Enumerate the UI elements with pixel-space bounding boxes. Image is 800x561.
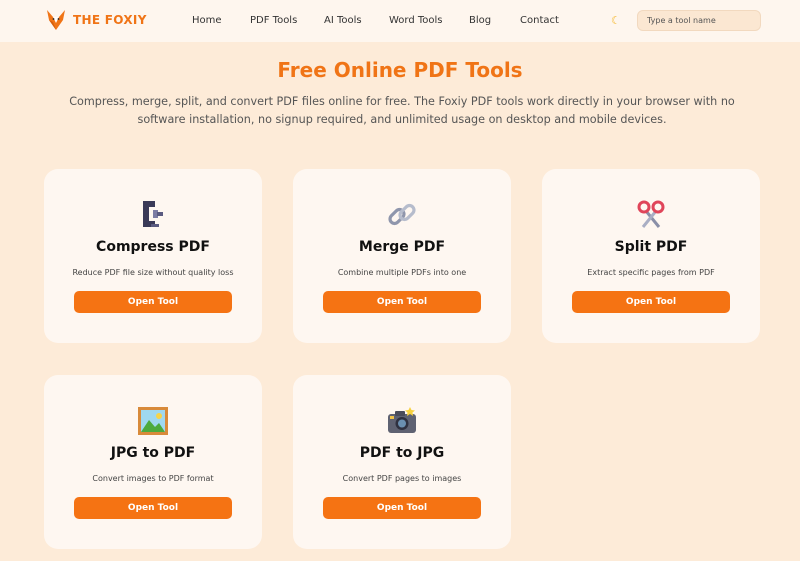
nav-home[interactable]: Home	[192, 14, 222, 28]
page-subtitle: Compress, merge, split, and convert PDF …	[69, 95, 735, 126]
open-tool-button[interactable]: Open Tool	[323, 291, 481, 313]
tool-card-split-pdf: Split PDF Extract specific pages from PD…	[542, 169, 760, 343]
nav-blog[interactable]: Blog	[469, 14, 491, 28]
tool-search-input[interactable]	[637, 10, 761, 31]
open-tool-button[interactable]: Open Tool	[74, 291, 232, 313]
site-header: THE FOXIY Home PDF Tools AI Tools Word T…	[0, 0, 800, 42]
tool-name: PDF to JPG	[359, 445, 445, 461]
tool-name: Compress PDF	[96, 239, 210, 255]
tool-card-jpg-to-pdf: JPG to PDF Convert images to PDF format …	[44, 375, 262, 549]
tool-card-pdf-to-jpg: PDF to JPG Convert PDF pages to images O…	[293, 375, 511, 549]
tool-name: Split PDF	[614, 239, 688, 255]
moon-icon[interactable]: ☾	[611, 14, 625, 28]
tool-description: Convert PDF pages to images	[342, 474, 462, 483]
open-tool-button[interactable]: Open Tool	[74, 497, 232, 519]
picture-icon	[138, 407, 168, 435]
tool-description: Reduce PDF file size without quality los…	[72, 268, 234, 277]
tool-description: Convert images to PDF format	[92, 474, 214, 483]
nav-word-tools[interactable]: Word Tools	[389, 14, 443, 28]
tool-name: JPG to PDF	[110, 445, 196, 461]
tool-description: Combine multiple PDFs into one	[337, 268, 467, 277]
nav-ai-tools[interactable]: AI Tools	[324, 14, 362, 28]
camera-icon	[388, 407, 416, 433]
nav-contact[interactable]: Contact	[520, 14, 559, 28]
tool-name: Merge PDF	[358, 239, 446, 255]
clamp-icon	[143, 201, 163, 227]
open-tool-button[interactable]: Open Tool	[572, 291, 730, 313]
tool-card-merge-pdf: Merge PDF Combine multiple PDFs into one…	[293, 169, 511, 343]
nav-pdf-tools[interactable]: PDF Tools	[250, 14, 297, 28]
tool-description: Extract specific pages from PDF	[587, 268, 715, 277]
page-title: Free Online PDF Tools	[277, 58, 523, 82]
tool-card-compress-pdf: Compress PDF Reduce PDF file size withou…	[44, 169, 262, 343]
open-tool-button[interactable]: Open Tool	[323, 497, 481, 519]
scissors-icon	[637, 200, 665, 228]
link-icon	[388, 203, 416, 226]
